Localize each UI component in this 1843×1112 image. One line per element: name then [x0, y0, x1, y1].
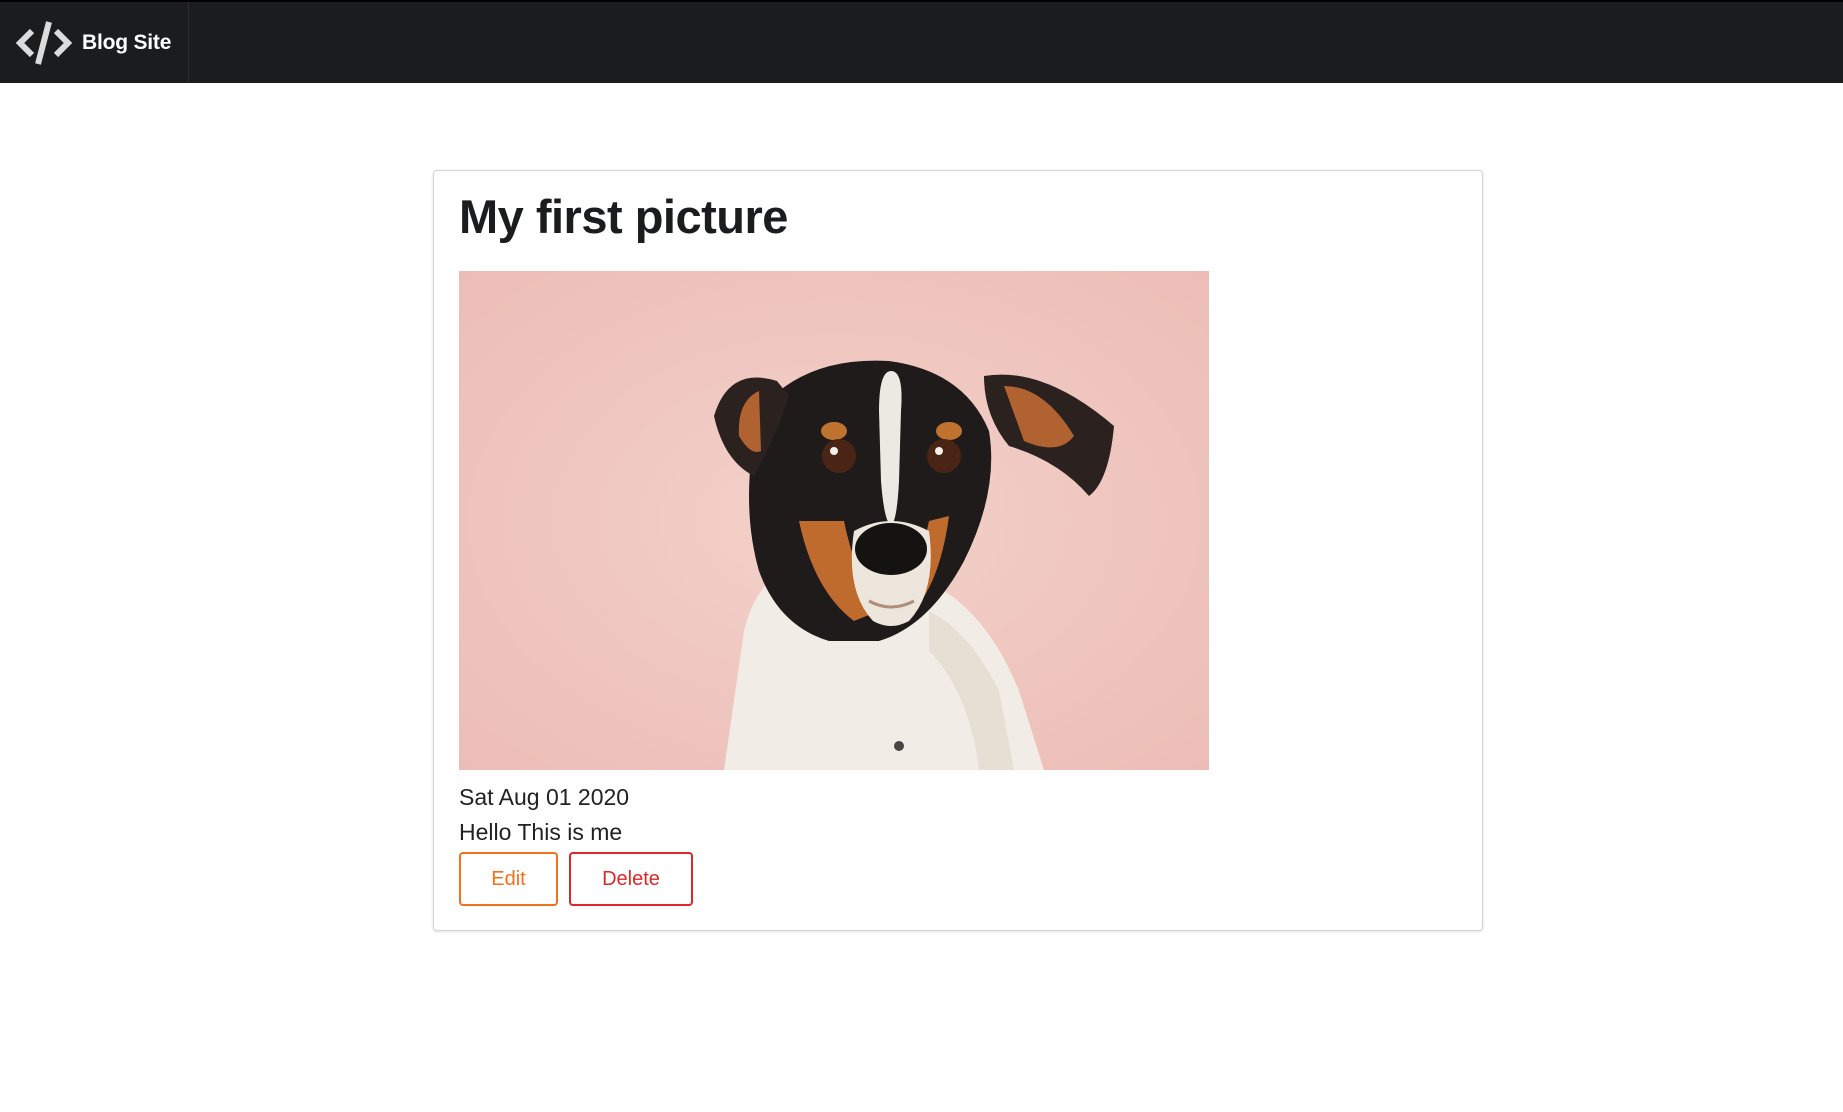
post-body: Hello This is me	[459, 819, 623, 845]
post-card: My first picture Sat Aug 01 2020 Hello T…	[433, 170, 1483, 931]
brand-label: Blog Site	[82, 30, 172, 54]
edit-button[interactable]: Edit	[459, 852, 558, 906]
top-navbar: Blog Site	[0, 0, 1843, 83]
dog-photo	[459, 271, 1209, 770]
post-image	[459, 271, 1209, 770]
post-title: My first picture	[459, 190, 788, 243]
post-date: Sat Aug 01 2020	[459, 784, 630, 810]
delete-button[interactable]: Delete	[569, 852, 693, 906]
brand-link[interactable]: Blog Site	[0, 2, 189, 83]
code-icon	[16, 20, 72, 65]
